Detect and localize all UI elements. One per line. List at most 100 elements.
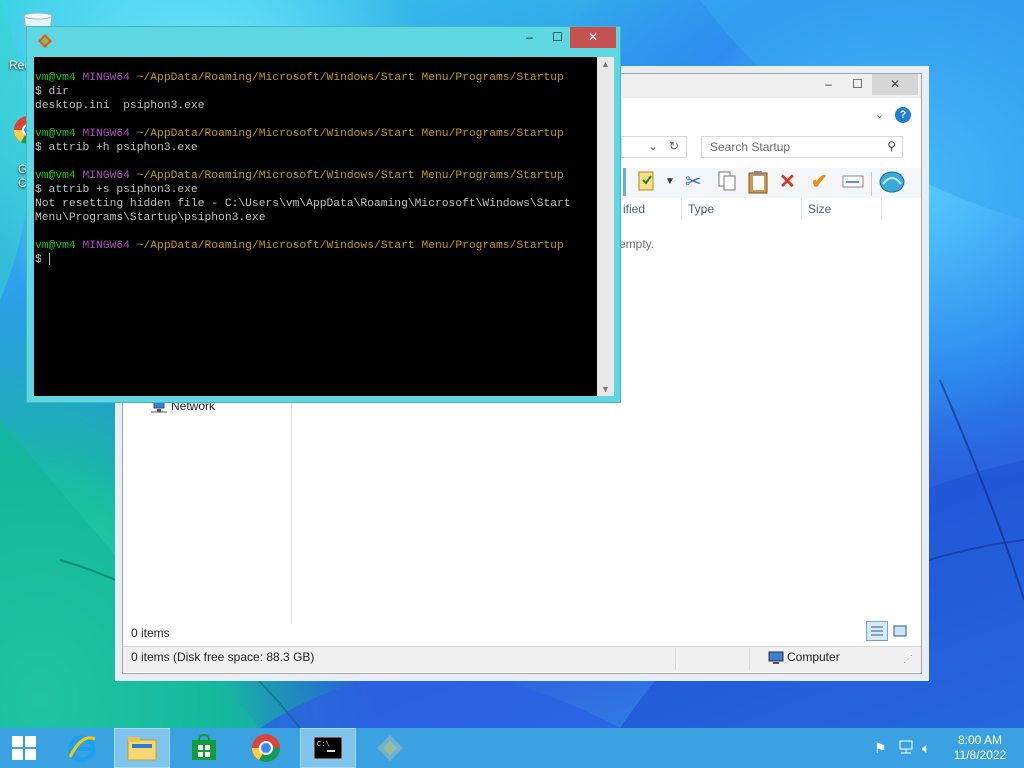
status-detail: 0 items (Disk free space: 88.3 GB) [131,650,315,664]
refresh-icon[interactable]: ↻ [669,139,679,153]
volume-icon[interactable]: 🔈︎ [922,740,930,757]
checkmark-icon[interactable]: ✔ [811,170,828,194]
prompt-path: ~/AppData/Roaming/Microsoft/Windows/Star… [136,72,564,84]
paste-icon[interactable] [747,170,769,200]
column-separator [881,198,882,220]
terminal-screen[interactable]: vm@vm4 MINGW64 ~/AppData/Roaming/Microso… [34,57,614,396]
search-icon: ⚲ [887,139,896,153]
terminal-line: $ dir [35,85,597,99]
maximize-button[interactable]: ☐ [844,74,871,95]
computer-icon [768,651,784,668]
large-icons-view-button[interactable] [889,621,911,641]
shell-icon[interactable] [879,170,905,200]
terminal-line: $ attrib +h psiphon3.exe [35,141,597,155]
start-button[interactable] [0,728,48,768]
prompt-path: ~/AppData/Roaming/Microsoft/Windows/Star… [136,170,564,182]
windows-logo-icon [12,736,36,760]
toolbar-separator [871,172,872,196]
column-header-type[interactable]: Type [688,202,714,216]
taskbar-windows-store[interactable] [176,728,232,768]
taskbar-internet-explorer[interactable] [54,728,110,768]
terminal-output-text [35,156,42,168]
help-icon[interactable]: ? [895,107,911,123]
terminal-icon: C:\ [313,736,343,760]
chrome-icon [252,734,280,762]
close-button[interactable]: ✕ [872,74,918,95]
ribbon-collapse-icon[interactable]: ⌄ [875,108,884,121]
flag-icon[interactable]: ⚑ [874,740,887,757]
close-button[interactable]: ✕ [570,27,616,48]
clock[interactable]: 8:00 AM 11/8/2022 [946,733,1014,763]
status-location: Computer [787,650,840,664]
prompt-host: MINGW64 [82,170,130,182]
delete-icon[interactable]: ✕ [779,170,796,194]
column-header-size[interactable]: Size [808,202,831,216]
prompt-host: MINGW64 [82,240,130,252]
terminal-output-text [35,114,42,126]
folder-icon [127,737,157,761]
terminal-window[interactable]: – ☐ ✕ vm@vm4 MINGW64 ~/AppData/Roaming/M… [26,26,621,403]
properties-icon[interactable] [637,170,657,198]
prompt-path: ~/AppData/Roaming/Microsoft/Windows/Star… [136,240,564,252]
terminal-line: vm@vm4 MINGW64 ~/AppData/Roaming/Microso… [35,169,597,183]
terminal-line: Not resetting hidden file - C:\Users\vm\… [35,197,597,211]
clock-time: 8:00 AM [957,733,1003,747]
items-count: 0 items [131,626,170,640]
resize-grip-icon[interactable]: ⋰ [903,654,913,665]
store-icon [192,734,216,760]
terminal-output-text: desktop.ini psiphon3.exe [35,100,205,112]
taskbar-google-chrome[interactable] [238,728,294,768]
internet-explorer-icon [68,735,96,763]
copy-icon[interactable] [717,170,737,198]
prompt-user: vm@vm4 [35,128,76,140]
minimize-button[interactable]: – [815,74,842,95]
status-divider [749,648,750,670]
taskbar: C:\ ⚑ 🔈︎ 8:00 AM 11/8/2022 [0,728,1024,768]
minimize-button[interactable]: – [516,27,543,48]
text-cursor [48,253,50,266]
toolbar-edge [623,168,626,196]
svg-text:C:\: C:\ [317,741,330,749]
network-tray-icon[interactable] [898,740,914,757]
terminal-line: vm@vm4 MINGW64 ~/AppData/Roaming/Microso… [35,239,597,253]
nav-pane-divider[interactable] [291,384,292,624]
details-view-button[interactable] [866,621,888,641]
terminal-output-text: Not resetting hidden file - C:\Users\vm\… [35,198,571,210]
rename-icon[interactable] [841,170,865,198]
cut-icon[interactable]: ✂ [685,170,702,194]
terminal-line [35,113,597,127]
terminal-line [35,155,597,169]
column-separator [801,198,802,220]
prompt-user: vm@vm4 [35,72,76,84]
terminal-line: vm@vm4 MINGW64 ~/AppData/Roaming/Microso… [35,127,597,141]
terminal-command: $ attrib +s psiphon3.exe [35,184,198,196]
git-bash-icon [377,735,403,761]
clock-date: 11/8/2022 [953,748,1007,762]
terminal-scrollbar[interactable]: ▲ ▼ [597,57,614,396]
terminal-line: desktop.ini psiphon3.exe [35,99,597,113]
terminal-output-text: Menu\Programs\Startup\psiphon3.exe [35,212,266,224]
address-dropdown-icon[interactable]: ⌄ [648,139,658,153]
taskbar-git-bash[interactable] [362,728,418,768]
status-divider [675,648,676,670]
taskbar-command-prompt[interactable]: C:\ [300,728,356,768]
taskbar-file-explorer[interactable] [114,728,170,768]
terminal-output: vm@vm4 MINGW64 ~/AppData/Roaming/Microso… [35,71,597,267]
maximize-button[interactable]: ☐ [544,27,571,48]
scroll-down-icon[interactable]: ▼ [601,384,610,394]
column-separator [681,198,682,220]
terminal-command: $ dir [35,86,69,98]
scroll-up-icon[interactable]: ▲ [601,59,610,69]
prompt-host: MINGW64 [82,128,130,140]
prompt-user: vm@vm4 [35,170,76,182]
empty-folder-message: empty. [619,237,655,251]
address-bar[interactable]: ⌄ ↻ [621,136,687,158]
column-header-modified[interactable]: ified [623,202,645,216]
terminal-line [35,225,597,239]
dropdown-arrow-icon[interactable]: ▼ [665,170,675,194]
search-input[interactable]: Search Startup ⚲ [701,136,903,158]
terminal-line: Menu\Programs\Startup\psiphon3.exe [35,211,597,225]
prompt-user: vm@vm4 [35,240,76,252]
terminal-line: $ [35,253,597,267]
terminal-input[interactable]: $ [35,254,49,266]
